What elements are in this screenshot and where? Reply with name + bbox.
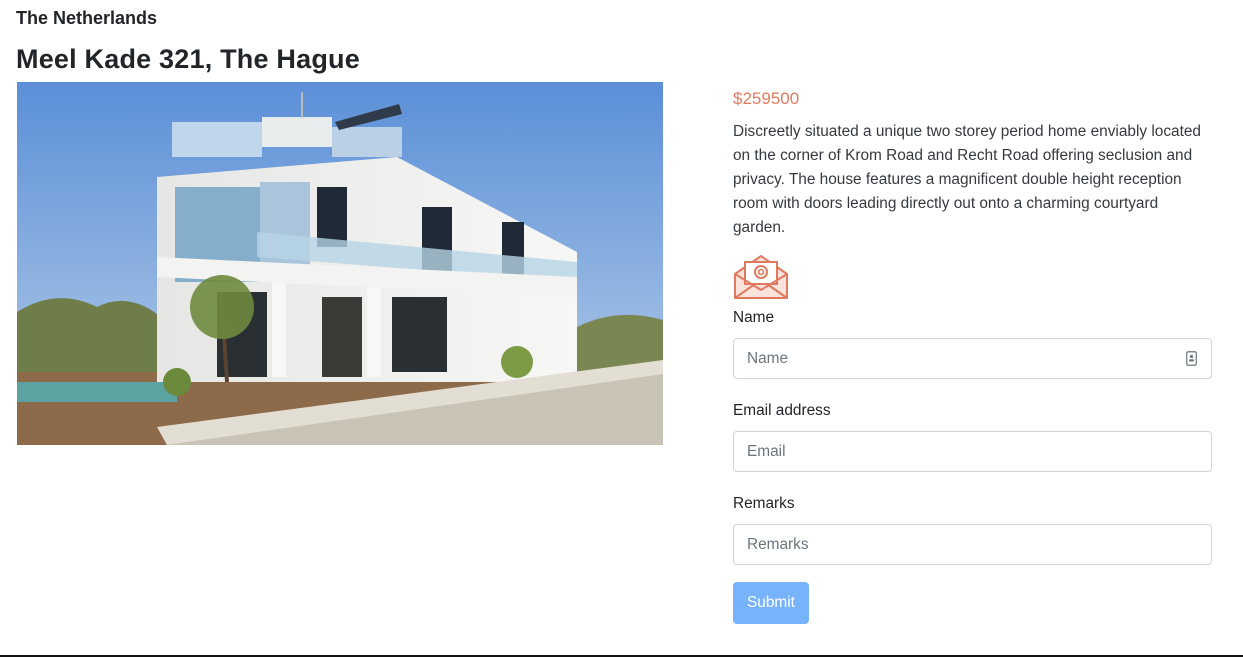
envelope-at-icon xyxy=(733,252,789,302)
description-text: Discreetly situated a unique two storey … xyxy=(733,123,1201,236)
price-text: $259500 xyxy=(733,89,800,108)
property-detail-page: The Netherlands Meel Kade 321, The Hague xyxy=(0,0,1243,658)
bottom-divider xyxy=(0,655,1243,657)
name-input[interactable] xyxy=(734,339,1211,378)
email-input[interactable] xyxy=(734,432,1211,471)
email-label: Email address xyxy=(733,402,831,419)
house-photo xyxy=(17,82,663,445)
address-title: Meel Kade 321, The Hague xyxy=(16,44,360,74)
email-field-wrapper xyxy=(733,431,1212,472)
submit-button[interactable]: Submit xyxy=(733,582,809,624)
autofill-contact-icon[interactable] xyxy=(1186,351,1197,366)
name-field-wrapper xyxy=(733,338,1212,379)
name-label: Name xyxy=(733,309,775,326)
remarks-label: Remarks xyxy=(733,495,795,512)
remarks-input[interactable] xyxy=(734,525,1211,564)
remarks-field-wrapper xyxy=(733,524,1212,565)
listing-details: $259500 Discreetly situated a unique two… xyxy=(733,86,1212,624)
country-heading: The Netherlands xyxy=(16,8,158,28)
